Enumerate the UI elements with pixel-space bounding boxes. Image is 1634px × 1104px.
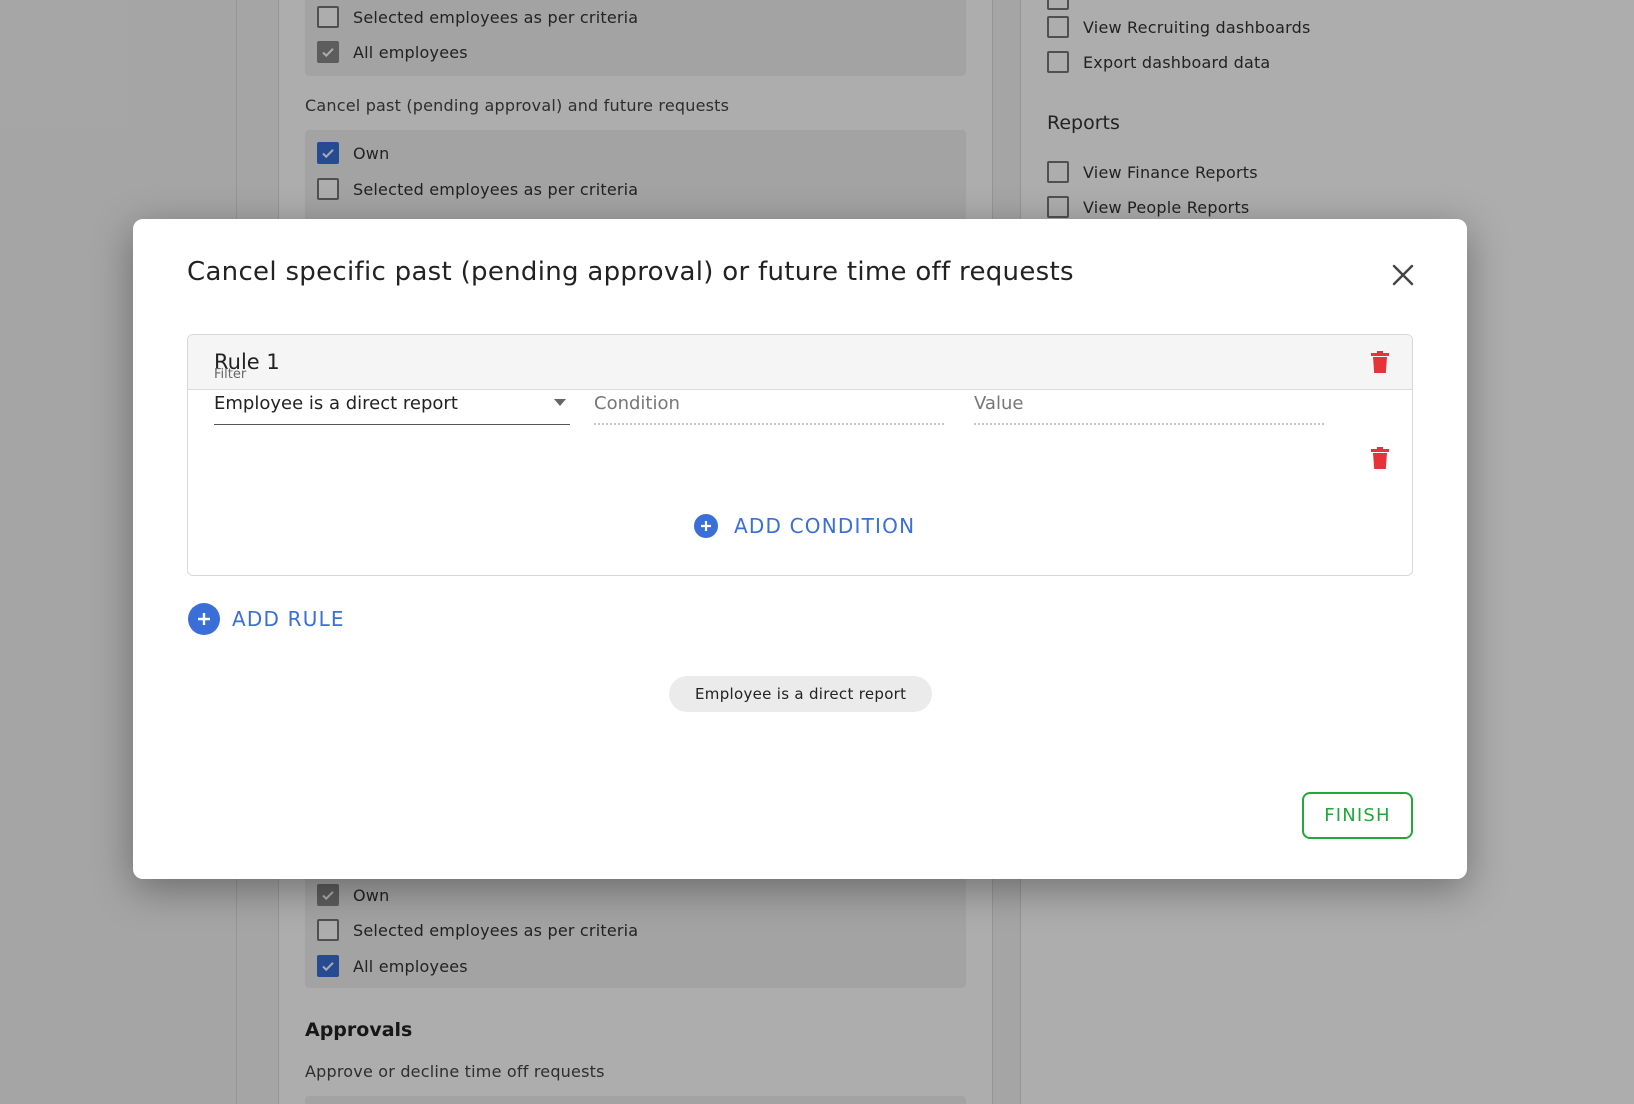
dropdown-arrow-icon	[554, 399, 566, 406]
add-rule-button[interactable]: ADD RULE	[188, 603, 345, 635]
filter-value: Employee is a direct report	[214, 393, 458, 414]
condition-field[interactable]	[594, 393, 944, 425]
delete-rule-button[interactable]	[1366, 348, 1394, 376]
dialog-title: Cancel specific past (pending approval) …	[187, 257, 1074, 287]
rule-dialog: Cancel specific past (pending approval) …	[133, 219, 1467, 879]
filter-select[interactable]: Filter Employee is a direct report	[214, 367, 570, 425]
value-input[interactable]	[974, 393, 1324, 414]
add-rule-label: ADD RULE	[232, 607, 345, 631]
value-field[interactable]	[974, 393, 1324, 425]
add-circle-icon	[188, 603, 220, 635]
delete-condition-button[interactable]	[1366, 444, 1394, 472]
finish-button[interactable]: FINISH	[1302, 792, 1413, 839]
trash-icon	[1371, 447, 1389, 469]
filter-label: Filter	[214, 367, 247, 382]
add-condition-button[interactable]: ADD CONDITION	[694, 514, 915, 538]
condition-input[interactable]	[594, 393, 944, 414]
trash-icon	[1371, 351, 1389, 373]
add-circle-icon	[694, 514, 718, 538]
rule-card: Rule 1 Filter Employee is a direct repor…	[187, 334, 1413, 576]
close-icon	[1392, 264, 1414, 286]
add-condition-label: ADD CONDITION	[734, 514, 916, 538]
rule-summary-chip: Employee is a direct report	[669, 676, 933, 712]
close-button[interactable]	[1383, 255, 1423, 295]
